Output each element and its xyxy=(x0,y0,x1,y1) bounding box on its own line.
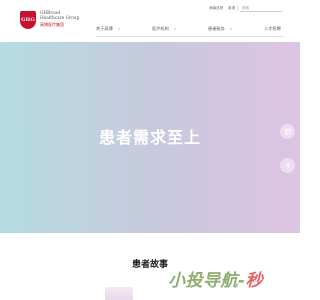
nav-item-label: 关于高博 xyxy=(96,26,113,31)
nav-item-patient-services[interactable]: 患者服务 ∨ xyxy=(208,24,232,34)
search-input[interactable] xyxy=(240,4,282,12)
hero-title: 患者需求至上 xyxy=(98,128,201,147)
main-nav: 关于高博 ∨ 医疗机构 ∨ 患者服务 ∨ 人才招聘 xyxy=(96,24,284,34)
chevron-down-icon: ∨ xyxy=(229,27,233,31)
hero-banner: 患者需求至上 xyxy=(0,42,300,233)
chat-button[interactable] xyxy=(280,124,295,139)
language-switch[interactable]: 英语 xyxy=(228,5,235,11)
site-header: GHG GHBroad Healthcare Group 高博医疗集团 海南总院… xyxy=(0,0,300,42)
hospital-link[interactable]: 海南总院 xyxy=(209,5,223,11)
watermark-prefix: 小投导航- xyxy=(168,271,246,291)
brand-name-cn: 高博医疗集团 xyxy=(40,21,64,27)
nav-item-institutions[interactable]: 医疗机构 ∨ xyxy=(152,24,176,34)
chevron-down-icon: ∨ xyxy=(173,27,177,31)
nav-item-label: 医疗机构 xyxy=(152,26,169,31)
arrow-up-icon xyxy=(284,162,291,169)
nav-underline xyxy=(96,36,284,37)
back-to-top-button[interactable] xyxy=(280,158,295,173)
nav-item-about[interactable]: 关于高博 ∨ xyxy=(96,24,120,34)
chevron-down-icon: ∨ xyxy=(117,27,121,31)
nav-item-careers[interactable]: 人才招聘 xyxy=(264,24,281,34)
watermark-text: 小投导航-秒 xyxy=(168,266,263,291)
brand-logo[interactable]: GHG GHBroad Healthcare Group 高博医疗集团 xyxy=(20,11,79,37)
chat-bubble-icon xyxy=(284,128,291,135)
logo-shield-icon: GHG xyxy=(20,11,36,29)
utility-divider xyxy=(237,5,238,11)
watermark-suffix: 秒 xyxy=(245,271,264,291)
logo-text: GHBroad Healthcare Group 高博医疗集团 xyxy=(40,11,79,27)
nav-item-label: 人才招聘 xyxy=(264,26,281,31)
story-thumbnail[interactable] xyxy=(105,287,133,300)
nav-item-label: 患者服务 xyxy=(208,26,225,31)
